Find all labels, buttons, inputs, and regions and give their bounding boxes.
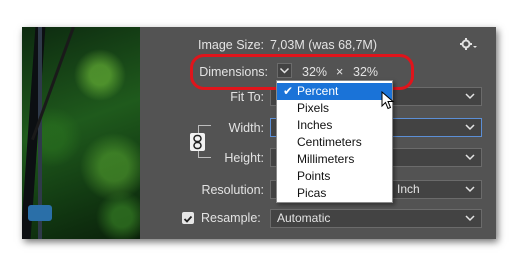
menu-item-percent[interactable]: ✔ Percent bbox=[277, 83, 392, 100]
menu-item-label: Centimeters bbox=[297, 135, 362, 149]
menu-item-label: Picas bbox=[297, 186, 327, 200]
chevron-down-icon bbox=[465, 154, 475, 161]
menu-item-millimeters[interactable]: Millimeters bbox=[277, 151, 392, 168]
menu-item-inches[interactable]: Inches bbox=[277, 117, 392, 134]
chevron-down-icon bbox=[465, 93, 475, 100]
menu-item-label: Pixels bbox=[297, 101, 330, 115]
resolution-unit: Inch bbox=[397, 182, 420, 196]
chevron-down-icon bbox=[465, 215, 475, 222]
mouse-cursor-icon bbox=[381, 90, 395, 111]
checkmark-icon bbox=[183, 215, 193, 223]
image-size-value: 7,03M (was 68,7M) bbox=[270, 38, 377, 52]
menu-item-pixels[interactable]: Pixels bbox=[277, 100, 392, 117]
width-label: Width: bbox=[228, 121, 264, 135]
checkmark-icon: ✔ bbox=[283, 84, 294, 98]
resample-checkbox[interactable] bbox=[182, 212, 194, 224]
menu-item-centimeters[interactable]: Centimeters bbox=[277, 134, 392, 151]
menu-item-label: Points bbox=[297, 169, 331, 183]
menu-item-label: Percent bbox=[297, 84, 339, 98]
height-label: Height: bbox=[224, 151, 264, 165]
resample-label: Resample: bbox=[201, 211, 261, 225]
link-icon[interactable] bbox=[190, 133, 205, 151]
menu-item-label: Millimeters bbox=[297, 152, 355, 166]
image-size-label: Image Size: bbox=[197, 38, 264, 52]
menu-item-label: Inches bbox=[297, 118, 333, 132]
unit-dropdown-menu: ✔ Percent Pixels Inches Centimeters Mill… bbox=[276, 80, 393, 203]
resolution-label: Resolution: bbox=[201, 183, 264, 197]
chevron-down-icon bbox=[465, 186, 475, 193]
chevron-down-icon bbox=[465, 124, 475, 131]
menu-item-picas[interactable]: Picas bbox=[277, 185, 392, 202]
preview-blue-part bbox=[28, 205, 52, 221]
resample-select[interactable]: Automatic bbox=[270, 209, 482, 228]
gear-icon[interactable] bbox=[459, 36, 477, 52]
image-preview bbox=[22, 27, 140, 239]
fit-to-label: Fit To: bbox=[230, 90, 264, 104]
menu-item-points[interactable]: Points bbox=[277, 168, 392, 185]
resample-value: Automatic bbox=[277, 211, 331, 225]
